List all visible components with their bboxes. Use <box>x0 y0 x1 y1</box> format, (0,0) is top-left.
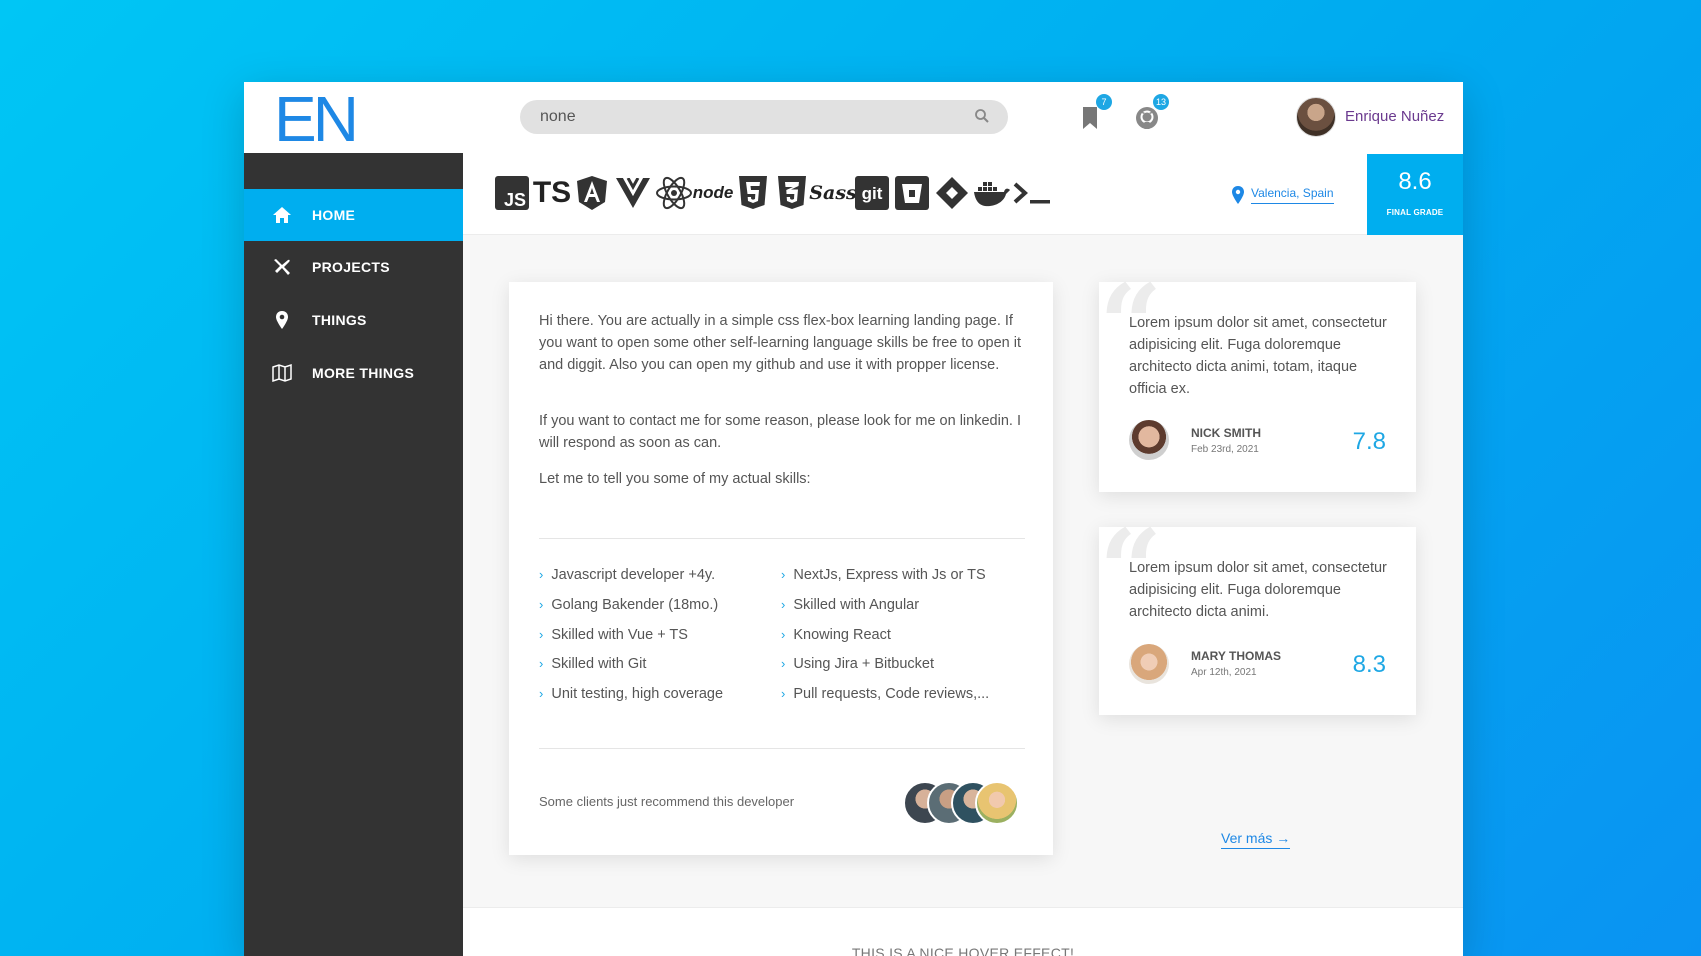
final-grade-label: FINAL GRADE <box>1386 208 1444 217</box>
bookmark-badge: 7 <box>1096 94 1112 110</box>
chevron-right-icon: › <box>539 656 544 671</box>
final-grade-box: 8.6 FINAL GRADE <box>1367 154 1463 235</box>
review-score: 7.8 <box>1352 428 1386 455</box>
bitbucket-icon <box>895 175 929 211</box>
recommend-text: Some clients just recommend this develop… <box>539 794 795 809</box>
chevron-right-icon: › <box>539 627 544 642</box>
hover-effect-section[interactable]: THIS IS A NICE HOVER EFFECT! <box>463 907 1463 956</box>
contact-paragraph: If you want to contact me for some reaso… <box>539 413 1021 451</box>
search-input[interactable] <box>540 100 960 134</box>
review-text: Lorem ipsum dolor sit amet, consectetur … <box>1129 315 1387 397</box>
skill-item: › Using Jira + Bitbucket <box>781 656 934 672</box>
ts-icon: TS <box>532 176 572 209</box>
home-icon <box>273 207 291 223</box>
html5-icon <box>739 175 767 211</box>
bookmark-button[interactable]: 7 <box>1074 94 1112 134</box>
vue-icon <box>616 175 650 211</box>
chevron-right-icon: › <box>539 567 544 582</box>
user-avatar[interactable] <box>1296 97 1336 137</box>
svg-text:JS: JS <box>504 190 526 210</box>
chevron-right-icon: › <box>781 627 786 642</box>
skill-item: › Skilled with Angular <box>781 597 920 613</box>
map-icon <box>272 363 292 383</box>
review-card: “ Lorem ipsum dolor sit amet, consectetu… <box>1099 515 1416 715</box>
js-icon: JS <box>495 175 529 211</box>
hover-effect-text: THIS IS A NICE HOVER EFFECT! <box>851 945 1075 956</box>
location-pin-icon <box>1232 186 1244 204</box>
chevron-right-icon: › <box>781 686 786 701</box>
sidebar-item-label: THINGS <box>312 312 367 328</box>
final-grade-value: 8.6 <box>1398 168 1432 195</box>
sidebar-item-more-things[interactable]: MORE THINGS <box>244 347 463 399</box>
github-button[interactable]: 13 <box>1131 94 1169 134</box>
docker-icon <box>973 175 1011 211</box>
reviewer-name: MARY THOMAS <box>1191 649 1281 663</box>
sidebar-item-label: MORE THINGS <box>312 365 415 381</box>
divider <box>539 538 1025 539</box>
review-date: Feb 23rd, 2021 <box>1191 444 1259 455</box>
skill-item: › Skilled with Git <box>539 656 647 672</box>
skill-item: › Javascript developer +4y. <box>539 567 716 583</box>
angular-icon <box>576 175 608 211</box>
logo[interactable]: EN <box>274 86 359 152</box>
location-link[interactable]: Valencia, Spain <box>1251 186 1334 204</box>
css3-icon <box>778 175 806 211</box>
chevron-right-icon: › <box>781 567 786 582</box>
skill-item: › Pull requests, Code reviews,... <box>781 686 990 702</box>
chevron-right-icon: › <box>781 597 786 612</box>
user-name[interactable]: Enrique Nuñez <box>1345 108 1444 125</box>
sidebar-item-home[interactable]: HOME <box>244 189 463 241</box>
react-icon <box>655 175 693 211</box>
chevron-right-icon: › <box>781 656 786 671</box>
intro-paragraph: Hi there. You are actually in a simple c… <box>539 313 1022 373</box>
plane-icon <box>274 259 290 275</box>
client-avatar[interactable] <box>975 781 1019 825</box>
review-score: 8.3 <box>1352 651 1386 678</box>
see-more-link[interactable]: Ver más → <box>1221 830 1291 849</box>
sass-icon: Sass <box>809 182 857 204</box>
sidebar: HOME PROJECTS THINGS MORE THINGS <box>244 153 463 956</box>
reviewer-name: NICK SMITH <box>1191 426 1261 440</box>
reviewer-avatar[interactable] <box>1129 420 1169 460</box>
sidebar-item-label: HOME <box>312 207 356 223</box>
jira-icon <box>935 175 969 211</box>
sidebar-item-label: PROJECTS <box>312 259 390 275</box>
review-date: Apr 12th, 2021 <box>1191 667 1257 678</box>
git-icon: git <box>855 175 889 211</box>
github-badge: 13 <box>1153 94 1169 110</box>
terminal-icon <box>1013 175 1051 211</box>
search-bar[interactable] <box>520 100 1008 134</box>
divider <box>539 748 1025 749</box>
top-bar: EN 7 13 Enrique Nuñez <box>244 82 1463 154</box>
main-content: Hi there. You are actually in a simple c… <box>463 235 1463 956</box>
tech-stack-bar: JS TS node Sass git Valencia, Spain <box>463 153 1463 235</box>
review-text: Lorem ipsum dolor sit amet, consectetur … <box>1129 560 1387 620</box>
about-card: Hi there. You are actually in a simple c… <box>509 282 1053 855</box>
skill-item: › NextJs, Express with Js or TS <box>781 567 986 583</box>
skills-intro: Let me to tell you some of my actual ski… <box>539 471 811 487</box>
location-pin-icon <box>276 311 288 329</box>
review-card: “ Lorem ipsum dolor sit amet, consectetu… <box>1099 270 1416 492</box>
search-icon[interactable] <box>974 108 990 124</box>
chevron-right-icon: › <box>539 597 544 612</box>
sidebar-item-things[interactable]: THINGS <box>244 294 463 346</box>
node-icon: node <box>692 183 734 202</box>
skill-item: › Skilled with Vue + TS <box>539 627 688 643</box>
chevron-right-icon: › <box>539 686 544 701</box>
skill-item: › Unit testing, high coverage <box>539 686 724 702</box>
reviewer-avatar[interactable] <box>1129 644 1169 684</box>
app-window: EN 7 13 Enrique Nuñez <box>244 82 1463 956</box>
skill-item: › Golang Bakender (18mo.) <box>539 597 719 613</box>
skill-item: › Knowing React <box>781 627 891 643</box>
sidebar-item-projects[interactable]: PROJECTS <box>244 241 463 293</box>
svg-text:git: git <box>862 184 883 203</box>
